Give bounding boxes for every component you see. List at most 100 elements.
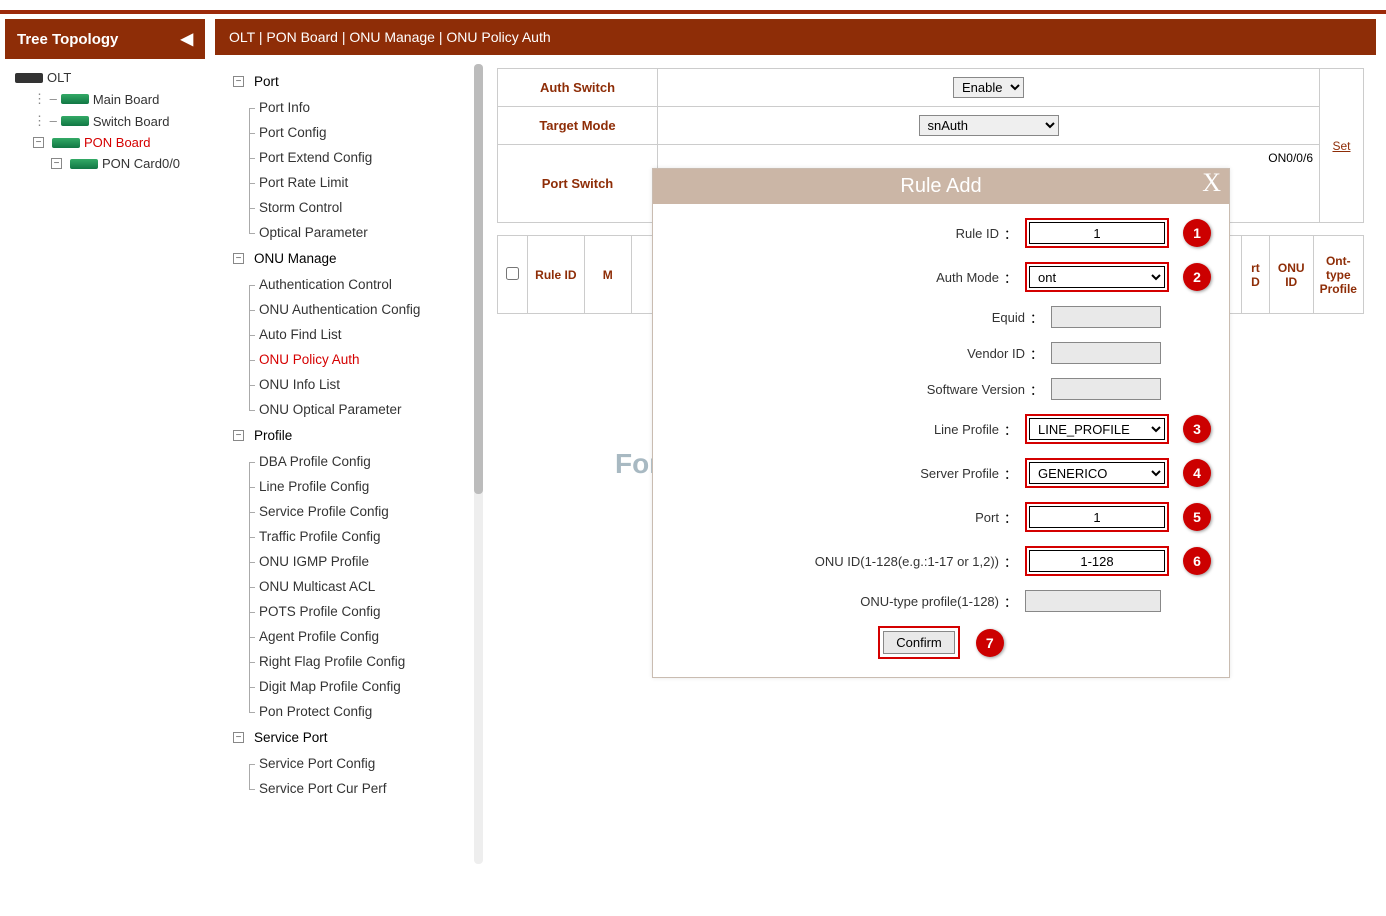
nav-item-onu-policy-auth[interactable]: ONU Policy Auth <box>219 347 479 372</box>
modal-footer: Confirm 7 <box>671 626 1211 659</box>
tree-label: Switch Board <box>93 114 170 129</box>
collapse-icon[interactable]: − <box>233 76 244 87</box>
header-checkbox <box>498 236 528 314</box>
auth-mode-select[interactable]: ont <box>1029 266 1165 288</box>
scrollbar-thumb[interactable] <box>474 64 483 494</box>
board-icon <box>52 138 80 148</box>
port-label: Port <box>975 510 999 525</box>
collapse-icon[interactable]: − <box>33 137 44 148</box>
form-row-software-version: Software Version： <box>671 378 1211 400</box>
nav-group-service-port[interactable]: − Service Port <box>219 724 479 751</box>
tree-node-switch-board[interactable]: ⋮ – Switch Board <box>9 110 201 132</box>
collapse-arrow-icon[interactable]: ◀ <box>181 29 193 49</box>
tree-sidebar-header: Tree Topology ◀ <box>5 19 205 59</box>
nav-item[interactable]: Service Profile Config <box>219 499 479 524</box>
nav-item[interactable]: Digit Map Profile Config <box>219 674 479 699</box>
nav-item[interactable]: Port Info <box>219 95 479 120</box>
server-profile-select[interactable]: GENERICO <box>1029 462 1165 484</box>
nav-item[interactable]: ONU IGMP Profile <box>219 549 479 574</box>
breadcrumb: OLT | PON Board | ONU Manage | ONU Polic… <box>215 19 1376 55</box>
nav-item[interactable]: Port Rate Limit <box>219 170 479 195</box>
nav-item[interactable]: ONU Optical Parameter <box>219 397 479 422</box>
line-profile-label: Line Profile <box>934 422 999 437</box>
server-profile-label: Server Profile <box>920 466 999 481</box>
form-row-vendor-id: Vendor ID： <box>671 342 1211 364</box>
tree-label: PON Board <box>84 135 150 150</box>
auth-switch-select[interactable]: Enable <box>953 77 1024 98</box>
nav-item[interactable]: Port Extend Config <box>219 145 479 170</box>
onu-id-input[interactable] <box>1029 550 1165 572</box>
olt-icon <box>15 73 43 83</box>
onu-type-input[interactable] <box>1025 590 1161 612</box>
nav-item[interactable]: ONU Info List <box>219 372 479 397</box>
header-port-id: rtD <box>1242 236 1270 314</box>
form-row-line-profile: Line Profile： LINE_PROFILE 3 <box>671 414 1211 444</box>
board-icon <box>70 159 98 169</box>
tree-title: Tree Topology <box>17 31 118 48</box>
nav-group-profile[interactable]: − Profile <box>219 422 479 449</box>
collapse-icon[interactable]: − <box>51 158 62 169</box>
nav-item[interactable]: Port Config <box>219 120 479 145</box>
nav-item[interactable]: Authentication Control <box>219 272 479 297</box>
nav-item[interactable]: Right Flag Profile Config <box>219 649 479 674</box>
nav-item[interactable]: Optical Parameter <box>219 220 479 245</box>
nav-item[interactable]: Traffic Profile Config <box>219 524 479 549</box>
tree-node-pon-card[interactable]: − PON Card0/0 <box>9 153 201 174</box>
set-link[interactable]: Set <box>1332 139 1350 153</box>
target-mode-label: Target Mode <box>498 107 658 145</box>
nav-item[interactable]: Auto Find List <box>219 322 479 347</box>
nav-item[interactable]: ONU Authentication Config <box>219 297 479 322</box>
form-row-onu-id: ONU ID(1-128(e.g.:1-17 or 1,2))： 6 <box>671 546 1211 576</box>
nav-item[interactable]: Pon Protect Config <box>219 699 479 724</box>
nav-group-port[interactable]: − Port <box>219 68 479 95</box>
target-mode-select[interactable]: snAuth <box>919 115 1059 136</box>
header-onu-id: ONU ID <box>1269 236 1313 314</box>
callout-2: 2 <box>1183 263 1211 291</box>
port-input[interactable] <box>1029 506 1165 528</box>
header-rule-id: Rule ID <box>527 236 584 314</box>
nav-item[interactable]: Service Port Config <box>219 751 479 776</box>
form-row-auth-mode: Auth Mode： ont 2 <box>671 262 1211 292</box>
header-mode: M <box>584 236 631 314</box>
form-row-server-profile: Server Profile： GENERICO 4 <box>671 458 1211 488</box>
confirm-button[interactable]: Confirm <box>883 631 955 654</box>
form-row-equid: Equid： <box>671 306 1211 328</box>
nav-item[interactable]: Line Profile Config <box>219 474 479 499</box>
collapse-icon[interactable]: − <box>233 430 244 441</box>
close-icon[interactable]: X <box>1202 168 1221 198</box>
header-ont-type: Ont-type Profile <box>1313 236 1363 314</box>
nav-item[interactable]: Service Port Cur Perf <box>219 776 479 801</box>
collapse-icon[interactable]: − <box>233 253 244 264</box>
vendor-id-input[interactable] <box>1051 342 1161 364</box>
board-icon <box>61 94 89 104</box>
software-version-input[interactable] <box>1051 378 1161 400</box>
tree-label: OLT <box>47 70 71 85</box>
nav-item[interactable]: DBA Profile Config <box>219 449 479 474</box>
callout-4: 4 <box>1183 459 1211 487</box>
equid-label: Equid <box>992 310 1025 325</box>
collapse-icon[interactable]: − <box>233 732 244 743</box>
tree-node-olt[interactable]: OLT <box>9 67 201 88</box>
nav-group-label: ONU Manage <box>254 251 337 266</box>
modal-title: Rule Add <box>900 175 981 197</box>
rule-id-input[interactable] <box>1029 222 1165 244</box>
auth-mode-label: Auth Mode <box>936 270 999 285</box>
tree-label: Main Board <box>93 92 159 107</box>
select-all-checkbox[interactable] <box>506 267 519 280</box>
callout-7: 7 <box>976 629 1004 657</box>
tree-node-main-board[interactable]: ⋮ – Main Board <box>9 88 201 110</box>
nav-group-onu[interactable]: − ONU Manage <box>219 245 479 272</box>
nav-item[interactable]: Agent Profile Config <box>219 624 479 649</box>
tree-sidebar: Tree Topology ◀ OLT ⋮ – Main Board ⋮ – S… <box>5 19 205 870</box>
tree-node-pon-board[interactable]: − PON Board <box>9 132 201 153</box>
line-profile-select[interactable]: LINE_PROFILE <box>1029 418 1165 440</box>
nav-item[interactable]: Storm Control <box>219 195 479 220</box>
nav-item[interactable]: ONU Multicast ACL <box>219 574 479 599</box>
nav-item[interactable]: POTS Profile Config <box>219 599 479 624</box>
auth-switch-label: Auth Switch <box>498 69 658 107</box>
form-row-rule-id: Rule ID： 1 <box>671 218 1211 248</box>
equid-input[interactable] <box>1051 306 1161 328</box>
callout-6: 6 <box>1183 547 1211 575</box>
nav-group-label: Port <box>254 74 279 89</box>
software-version-label: Software Version <box>927 382 1025 397</box>
